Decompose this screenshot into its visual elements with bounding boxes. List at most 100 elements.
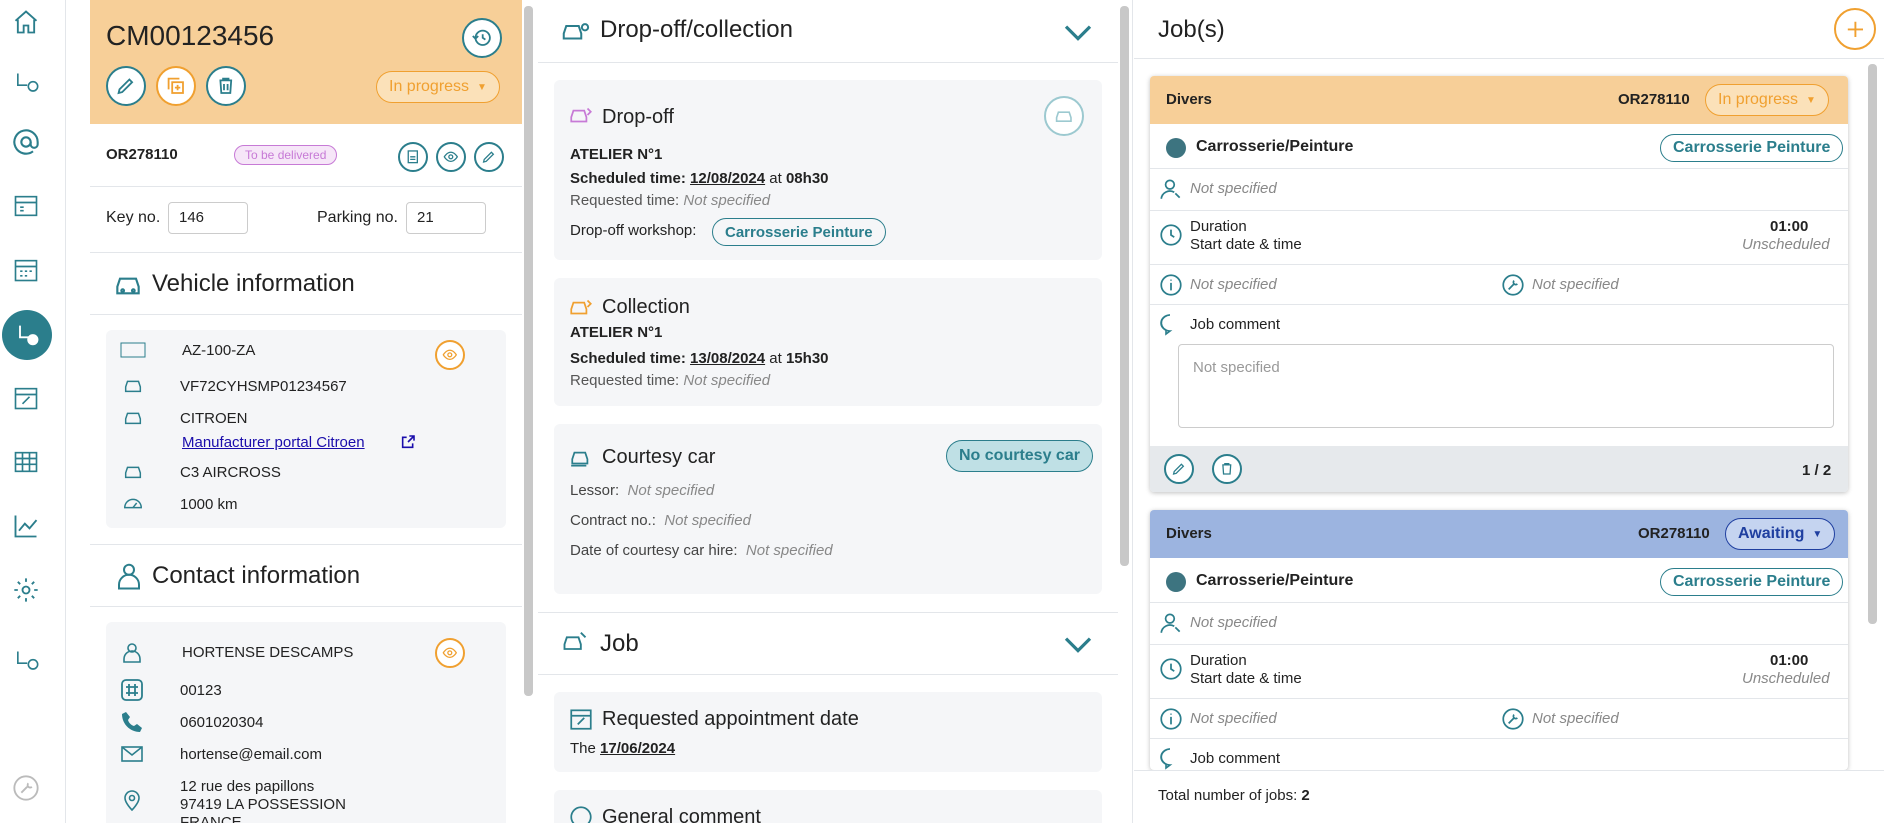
job-order: OR278110 (1638, 525, 1710, 542)
job-tool: Not specified (1532, 276, 1619, 293)
contact-phone: 0601020304 (180, 714, 264, 731)
discount-calendar-icon[interactable] (4, 376, 48, 420)
courtesy-card: Courtesy car No courtesy car Lessor: Not… (554, 424, 1102, 594)
collection-req-value: Not specified (683, 372, 771, 389)
folder-number: CM00123456 (106, 20, 275, 51)
vehicle-card: AZ-100-ZA VF72CYHSMP01234567 CITROEN Man… (106, 330, 506, 528)
collection-sched-label: Scheduled time: (570, 350, 686, 367)
dropoff-ws-badge: Carrosserie Peinture (712, 218, 886, 246)
workflow-more-icon[interactable] (4, 640, 48, 684)
dropoff-car-icon[interactable] (1044, 96, 1084, 136)
job-workshop-badge: Carrosserie Peinture (1660, 568, 1844, 596)
contact-address-2: 97419 LA POSSESSION (180, 796, 346, 813)
workflow-icon[interactable] (4, 62, 48, 106)
job-info: Not specified (1190, 276, 1277, 293)
duplicate-icon[interactable] (156, 66, 196, 106)
chevron-down-icon: ▼ (477, 81, 487, 93)
hash-icon (120, 678, 144, 702)
collection-at: at (769, 350, 782, 367)
table-icon[interactable] (4, 440, 48, 484)
scrollbar-dropoff[interactable] (1120, 6, 1129, 566)
eye-icon[interactable] (436, 142, 466, 172)
job-order: OR278110 (1618, 91, 1690, 108)
view-contact-icon[interactable] (435, 638, 465, 668)
manufacturer-portal-link[interactable]: Manufacturer portal Citroen (182, 434, 365, 451)
job-status-dropdown[interactable]: In progress ▼ (1705, 84, 1829, 116)
general-comment-title: General comment (602, 806, 761, 823)
workshop-active-icon[interactable] (2, 310, 52, 360)
wrench-icon[interactable] (4, 766, 48, 810)
job-type: Divers (1166, 91, 1212, 108)
scrollbar-jobs[interactable] (1868, 64, 1877, 624)
start-label: Start date & time (1190, 236, 1302, 253)
job-start: Unscheduled (1742, 236, 1830, 253)
job-tool: Not specified (1532, 710, 1619, 727)
folder-status-dropdown[interactable]: In progress ▼ (376, 71, 500, 103)
vin-icon (120, 374, 146, 396)
info-icon (1158, 706, 1184, 732)
job-assignee: Not specified (1190, 180, 1277, 197)
dropoff-at: at (769, 170, 782, 187)
dropoff-title: Drop-off (602, 106, 674, 128)
courtesy-contract-value: Not specified (664, 512, 751, 529)
plate-icon (120, 342, 146, 358)
job-category: Carrosserie/Peinture (1196, 572, 1354, 589)
total-jobs-value: 2 (1301, 787, 1310, 804)
chart-icon[interactable] (4, 504, 48, 548)
brand-icon (120, 406, 146, 428)
calendar-icon[interactable] (4, 248, 48, 292)
person-small-icon (120, 640, 144, 664)
vehicle-brand: CITROEN (180, 410, 248, 427)
parking-input[interactable]: 21 (406, 202, 486, 234)
add-job-icon[interactable] (1834, 8, 1876, 50)
total-jobs-label: Total number of jobs: (1158, 787, 1298, 804)
settings-icon[interactable] (4, 568, 48, 612)
job-start: Unscheduled (1742, 670, 1830, 687)
comment-label: Job comment (1190, 316, 1281, 333)
category-dot (1166, 138, 1186, 158)
view-vehicle-icon[interactable] (435, 340, 465, 370)
edit-icon[interactable] (106, 66, 146, 106)
edit-job-icon[interactable] (1164, 454, 1194, 484)
order-status-badge: To be delivered (234, 145, 338, 165)
collection-sched-time: 15h30 (785, 350, 829, 367)
duration-label: Duration (1190, 218, 1247, 235)
scrollbar-folder[interactable] (524, 6, 533, 696)
job-type: Divers (1166, 525, 1212, 542)
delete-job-icon[interactable] (1212, 454, 1242, 484)
phone-icon (120, 710, 144, 734)
job-card-1: Divers OR278110 In progress ▼ Carrosserie… (1150, 76, 1848, 492)
courtesy-contract-label: Contract no.: (570, 512, 656, 529)
courtesy-date-value: Not specified (745, 542, 833, 559)
requested-date-card: Requested appointment date The 17/06/202… (554, 692, 1102, 772)
external-link-icon[interactable] (400, 434, 416, 450)
delete-icon[interactable] (206, 66, 246, 106)
dropcol-title: Drop-off/collection (600, 16, 793, 43)
pdf-icon[interactable] (398, 142, 428, 172)
location-icon (120, 788, 144, 812)
collection-req-label: Requested time: (570, 372, 680, 389)
comment-icon (568, 804, 594, 823)
home-icon[interactable] (4, 0, 48, 44)
key-input[interactable]: 146 (168, 202, 248, 234)
vehicle-plate: AZ-100-ZA (182, 342, 256, 359)
job-status-dropdown[interactable]: Awaiting ▼ (1725, 518, 1836, 550)
job-status: Awaiting (1738, 525, 1805, 542)
dropoff-sched-label: Scheduled time: (570, 170, 686, 187)
email-icon[interactable] (4, 120, 48, 164)
chat-icon (1158, 746, 1182, 770)
info-icon (1158, 272, 1184, 298)
job-duration: 01:00 (1770, 652, 1809, 669)
history-icon[interactable] (462, 18, 502, 58)
order-number: OR278110 (106, 146, 178, 163)
collapse-dropcol-icon[interactable] (1062, 20, 1094, 44)
contact-name: HORTENSE DESCAMPS (182, 644, 354, 661)
collapse-job-icon[interactable] (1062, 632, 1094, 656)
job-comment-field[interactable]: Not specified (1178, 344, 1834, 428)
edit-order-icon[interactable] (474, 142, 504, 172)
folder-status: In progress (389, 78, 470, 95)
planning-icon[interactable] (4, 184, 48, 228)
requested-date: 17/06/2024 (600, 740, 676, 757)
vehicle-model: C3 AIRCROSS (180, 464, 281, 481)
tool-icon (1500, 272, 1526, 298)
